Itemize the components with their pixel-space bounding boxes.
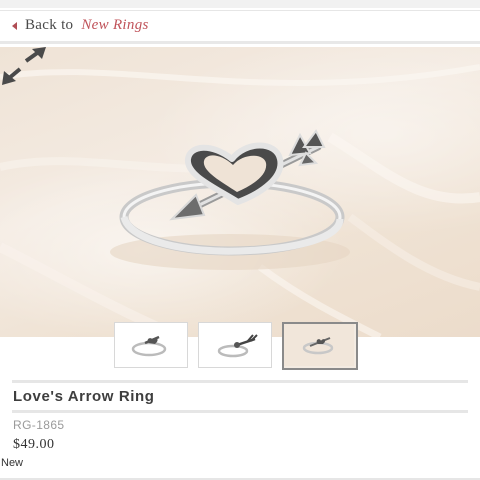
ring-thumbnail-image	[217, 334, 258, 358]
back-category-link[interactable]: New Rings	[81, 17, 148, 34]
thumbnail-1[interactable]	[114, 322, 188, 368]
product-price: $49.00	[13, 437, 55, 452]
thumbnail-2[interactable]	[198, 322, 272, 368]
ring-thumbnail-image	[284, 324, 354, 366]
top-strip	[0, 0, 480, 8]
ring-photo	[0, 64, 480, 337]
ring-thumbnail-image	[131, 335, 167, 357]
product-title: Love's Arrow Ring	[13, 388, 155, 405]
back-navigation-bar: Back to New Rings	[0, 10, 480, 44]
product-main-image[interactable]	[0, 47, 480, 337]
thumbnail-3-selected[interactable]	[282, 322, 358, 370]
back-link[interactable]: Back to New Rings	[12, 17, 149, 34]
divider	[12, 380, 468, 383]
back-label: Back to	[25, 17, 74, 33]
thumbnail-strip	[0, 320, 480, 372]
divider	[12, 410, 468, 413]
new-badge: New	[1, 457, 24, 469]
expand-arrows-icon[interactable]	[0, 47, 48, 87]
product-sku: RG-1865	[13, 418, 65, 432]
back-arrow-icon	[12, 21, 17, 30]
